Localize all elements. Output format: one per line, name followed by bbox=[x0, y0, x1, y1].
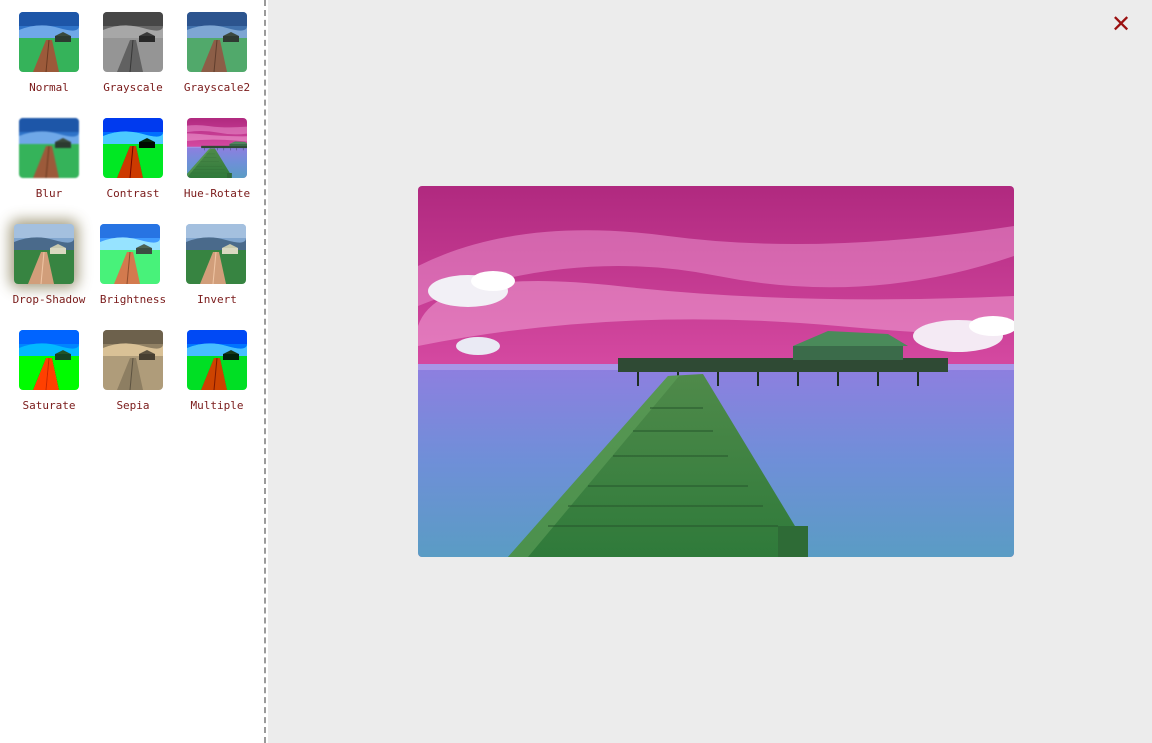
scene-hue-rotate-preview-image bbox=[418, 186, 1014, 557]
filter-label: Invert bbox=[197, 293, 237, 306]
filter-app: Normal Grayscale Grayscale2 Blur Contras… bbox=[0, 0, 1152, 743]
filter-option-contrast[interactable]: Contrast bbox=[91, 118, 175, 224]
filter-label: Grayscale bbox=[103, 81, 163, 94]
filter-option-blur[interactable]: Blur bbox=[7, 118, 91, 224]
scene-sepia-thumbnail[interactable] bbox=[103, 330, 163, 390]
scene-saturate-thumbnail[interactable] bbox=[19, 330, 79, 390]
close-icon[interactable]: ✕ bbox=[1111, 12, 1131, 36]
scene-multiple-thumbnail[interactable] bbox=[187, 330, 247, 390]
scene-invert-thumbnail[interactable] bbox=[186, 224, 246, 284]
filter-option-multiple[interactable]: Multiple bbox=[175, 330, 259, 436]
filter-label: Hue-Rotate bbox=[183, 187, 251, 200]
filter-label: Contrast bbox=[106, 187, 160, 200]
filter-option-grayscale[interactable]: Grayscale bbox=[91, 12, 175, 118]
filter-label: Multiple bbox=[190, 399, 244, 412]
filter-label: Brightness bbox=[99, 293, 167, 306]
scene-grayscale2-thumbnail[interactable] bbox=[187, 12, 247, 72]
image-viewer: ✕ bbox=[268, 0, 1152, 743]
filter-thumbnail-grid: Normal Grayscale Grayscale2 Blur Contras… bbox=[7, 12, 259, 436]
filter-label: Drop-Shadow bbox=[12, 293, 86, 306]
filter-option-saturate[interactable]: Saturate bbox=[7, 330, 91, 436]
filter-option-hue-rotate[interactable]: Hue-Rotate bbox=[175, 118, 259, 224]
scene-normal-thumbnail[interactable] bbox=[19, 12, 79, 72]
filter-label: Saturate bbox=[22, 399, 76, 412]
scene-brightness-thumbnail[interactable] bbox=[100, 224, 160, 284]
filter-option-invert[interactable]: Invert bbox=[175, 224, 259, 330]
filter-label: Grayscale2 bbox=[183, 81, 251, 94]
scene-hue-rotate-thumbnail[interactable] bbox=[187, 118, 247, 178]
scene-contrast-thumbnail[interactable] bbox=[103, 118, 163, 178]
filter-label: Sepia bbox=[116, 399, 150, 412]
filter-option-grayscale2[interactable]: Grayscale2 bbox=[175, 12, 259, 118]
scene-grayscale-thumbnail[interactable] bbox=[103, 12, 163, 72]
filter-label: Blur bbox=[35, 187, 63, 200]
filter-option-brightness[interactable]: Brightness bbox=[91, 224, 175, 330]
filter-sidebar: Normal Grayscale Grayscale2 Blur Contras… bbox=[0, 0, 266, 743]
scene-blur-thumbnail[interactable] bbox=[19, 118, 79, 178]
scene-drop-shadow-thumbnail[interactable] bbox=[14, 224, 74, 284]
filter-option-normal[interactable]: Normal bbox=[7, 12, 91, 118]
filter-option-sepia[interactable]: Sepia bbox=[91, 330, 175, 436]
filter-label: Normal bbox=[29, 81, 69, 94]
filter-option-drop-shadow[interactable]: Drop-Shadow bbox=[7, 224, 91, 330]
